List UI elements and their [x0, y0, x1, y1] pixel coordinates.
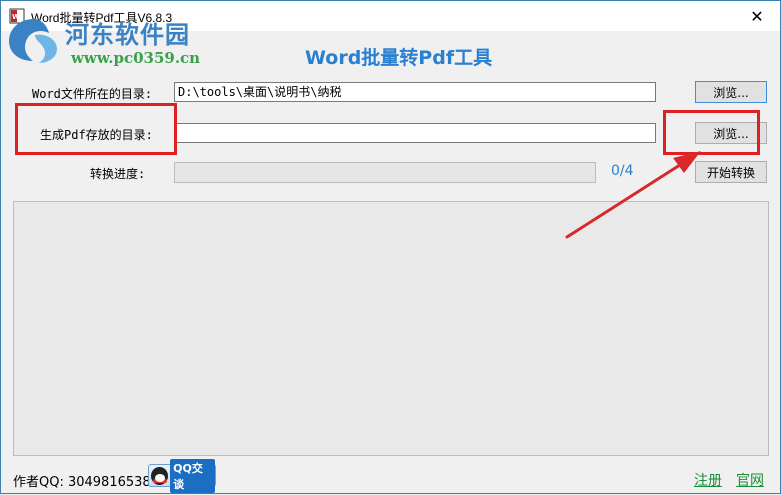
progress-count: 0/4 — [611, 163, 634, 179]
svg-text:W: W — [12, 13, 20, 21]
browse-word-dir-button[interactable]: 浏览... — [695, 81, 767, 103]
qq-chat-button[interactable]: QQ交谈 — [148, 458, 216, 493]
title-bar: W Word批量转Pdf工具V6.8.3 ✕ — [1, 1, 780, 31]
progress-label: 转换进度: — [90, 167, 146, 181]
close-icon: ✕ — [750, 6, 764, 26]
pdf-dir-label: 生成Pdf存放的目录: — [40, 128, 153, 142]
author-qq-text: 作者QQ: 3049816538 — [13, 475, 151, 490]
close-button[interactable]: ✕ — [734, 1, 780, 31]
word-dir-input[interactable]: D:\tools\桌面\说明书\纳税 — [174, 82, 656, 102]
watermark-url: www.pc0359.cn — [71, 49, 201, 67]
app-heading: Word批量转Pdf工具 — [305, 47, 493, 69]
word-dir-label: Word文件所在的目录: — [32, 87, 153, 101]
pdf-dir-input[interactable] — [174, 123, 656, 143]
log-output-area[interactable] — [13, 201, 769, 456]
browse-pdf-dir-button[interactable]: 浏览... — [695, 122, 767, 144]
qq-penguin-icon — [151, 466, 169, 485]
progress-bar — [174, 162, 596, 183]
register-link[interactable]: 注册 — [694, 470, 722, 490]
qq-chat-label: QQ交谈 — [170, 458, 215, 493]
window-title: Word批量转Pdf工具V6.8.3 — [31, 11, 173, 25]
word-pdf-app-icon: W — [9, 8, 25, 24]
start-convert-button[interactable]: 开始转换 — [695, 161, 767, 183]
website-link[interactable]: 官网 — [736, 470, 764, 490]
app-window: W Word批量转Pdf工具V6.8.3 ✕ 河东软件园 www.pc0359.… — [0, 0, 781, 494]
